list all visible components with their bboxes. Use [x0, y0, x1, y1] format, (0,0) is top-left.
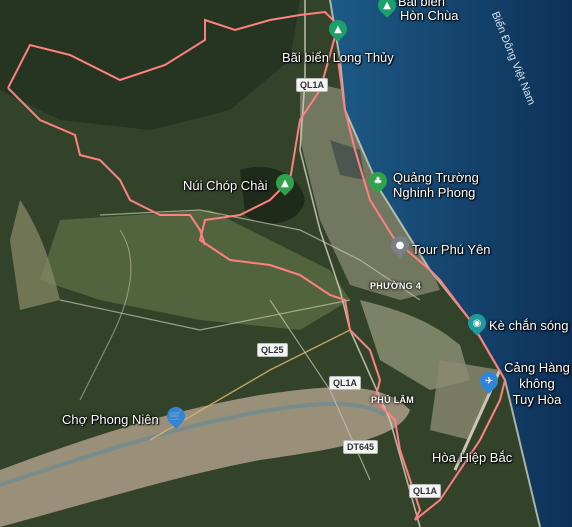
shopping-icon[interactable]: 🛒 — [163, 403, 189, 429]
poi-label-cang-line3[interactable]: Tuy Hòa — [502, 392, 572, 407]
poi-label-quang-truong-line1[interactable]: Quảng Trường — [393, 170, 479, 185]
poi-label-tour[interactable]: Tour Phú Yên — [412, 242, 491, 257]
pin-icon[interactable]: ● — [387, 232, 413, 258]
beach-icon[interactable]: ▲ — [325, 16, 351, 42]
poi-label-chop-chai[interactable]: Núi Chóp Chài — [183, 178, 268, 193]
road-shield-ql1a: QL1A — [409, 484, 442, 498]
satellite-map[interactable] — [0, 0, 572, 527]
poi-label-cho-phong-nien[interactable]: Chợ Phong Niên — [62, 412, 159, 427]
park-icon[interactable]: ♣ — [365, 168, 391, 194]
road-shield-dt645: DT645 — [343, 440, 379, 454]
area-label-phuong-4: PHƯỜNG 4 — [370, 281, 422, 291]
poi-label-quang-truong-line2[interactable]: Nghinh Phong — [393, 185, 475, 200]
poi-label-cang-line1[interactable]: Cảng Hàng — [502, 360, 572, 375]
airport-icon[interactable]: ✈ — [476, 368, 502, 394]
poi-label-hoa-hiep-bac[interactable]: Hòa Hiệp Bắc — [432, 450, 512, 465]
road-shield-ql1a: QL1A — [296, 78, 329, 92]
road-shield-ql25: QL25 — [257, 343, 288, 357]
road-shield-ql1a: QL1A — [329, 376, 362, 390]
mountain-icon[interactable]: ▲ — [272, 170, 298, 196]
poi-label-ke-chan-song[interactable]: Kè chắn sóng — [489, 318, 569, 333]
poi-label-cang-line2[interactable]: không — [502, 376, 572, 391]
poi-label-long-thuy[interactable]: Bãi biển Long Thủy — [282, 50, 394, 65]
camera-icon[interactable]: ◉ — [464, 310, 490, 336]
poi-label-hon-chua-line2[interactable]: Hòn Chùa — [400, 8, 459, 23]
area-label-phu-lam: PHÚ LÂM — [371, 395, 415, 405]
